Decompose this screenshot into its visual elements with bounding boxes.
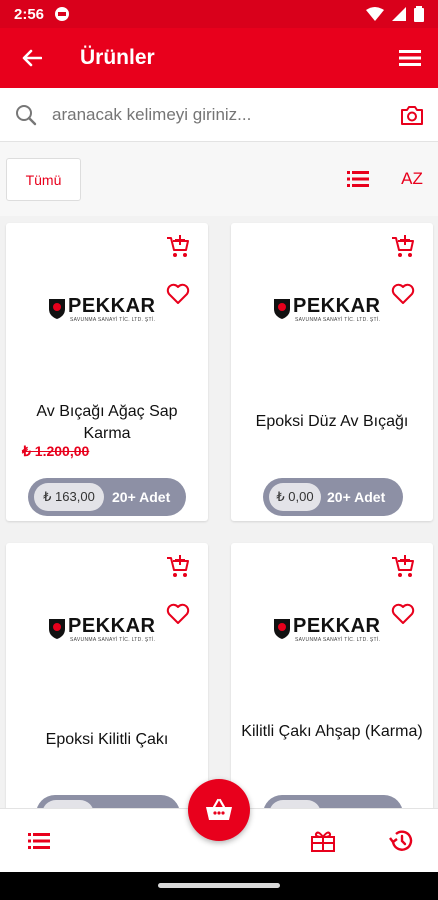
wifi-icon [366, 7, 384, 21]
search-input[interactable] [52, 104, 386, 125]
product-card[interactable]: PEKKAR SAVUNMA SANAYİ TİC. LTD. ŞTİ. Epo… [231, 223, 433, 521]
camera-icon [401, 105, 423, 125]
status-bar: 2:56 [0, 0, 438, 28]
product-card[interactable]: PEKKAR SAVUNMA SANAYİ TİC. LTD. ŞTİ. Epo… [6, 543, 208, 841]
history-icon [389, 830, 413, 851]
nav-gift-button[interactable] [308, 827, 338, 855]
shield-logo-icon [49, 299, 65, 319]
back-button[interactable] [0, 28, 64, 88]
basket-icon [206, 798, 232, 820]
search-icon[interactable] [0, 104, 52, 126]
list-view-button[interactable] [342, 166, 374, 192]
sort-az-button[interactable]: AZ [394, 162, 430, 196]
add-cart-icon[interactable] [391, 555, 415, 584]
shield-logo-icon [49, 619, 65, 639]
add-cart-icon[interactable] [166, 555, 190, 584]
quantity-label: 20+ Adet [327, 489, 386, 505]
brand-logo: PEKKAR SAVUNMA SANAYİ TİC. LTD. ŞTİ. [273, 615, 391, 645]
price-quantity-pill[interactable]: ₺ 0,00 20+ Adet [263, 478, 403, 516]
brand-logo: PEKKAR SAVUNMA SANAYİ TİC. LTD. ŞTİ. [273, 295, 391, 325]
add-cart-icon[interactable] [391, 235, 415, 264]
product-name: Epoksi Düz Av Bıçağı [255, 413, 409, 430]
basket-button[interactable] [188, 779, 250, 841]
heart-icon[interactable] [391, 283, 415, 310]
search-bar [0, 88, 438, 142]
page-title: Ürünler [80, 46, 155, 69]
signal-icon [392, 7, 406, 21]
menu-button[interactable] [382, 28, 438, 88]
heart-icon[interactable] [166, 603, 190, 630]
nav-history-button[interactable] [386, 827, 416, 855]
product-name: Epoksi Kilitli Çakı [45, 731, 169, 748]
brand-logo: PEKKAR SAVUNMA SANAYİ TİC. LTD. ŞTİ. [48, 615, 166, 645]
price-quantity-pill[interactable]: ₺ 163,00 20+ Adet [28, 478, 186, 516]
status-time: 2:56 [14, 5, 45, 23]
system-navigation-bar [0, 872, 438, 900]
shield-logo-icon [274, 619, 290, 639]
status-icons [366, 6, 424, 22]
old-price: ₺ 1.200,00 [22, 443, 90, 459]
notification-icon [55, 7, 70, 21]
filter-bar: Tümü AZ [0, 142, 438, 216]
battery-icon [414, 6, 424, 22]
add-cart-icon[interactable] [166, 235, 190, 264]
app-bar: Ürünler [0, 28, 438, 88]
price-value: ₺ 0,00 [269, 483, 321, 511]
product-card[interactable]: PEKKAR SAVUNMA SANAYİ TİC. LTD. ŞTİ. Kil… [231, 543, 433, 841]
product-card[interactable]: PEKKAR SAVUNMA SANAYİ TİC. LTD. ŞTİ. Av … [6, 223, 208, 521]
list-icon [28, 833, 50, 849]
back-arrow-icon [22, 49, 42, 67]
shield-logo-icon [274, 299, 290, 319]
price-value: ₺ 163,00 [34, 483, 104, 511]
nav-list-button[interactable] [24, 827, 54, 855]
home-indicator[interactable] [158, 883, 280, 888]
all-filter-button[interactable]: Tümü [6, 158, 81, 201]
quantity-label: 20+ Adet [112, 489, 171, 505]
gift-icon [311, 831, 335, 852]
camera-button[interactable] [386, 104, 438, 126]
heart-icon[interactable] [166, 283, 190, 310]
menu-icon [399, 50, 421, 66]
product-name: Av Bıçağı Ağaç Sap Karma [36, 403, 178, 442]
heart-icon[interactable] [391, 603, 415, 630]
product-name: Kilitli Çakı Ahşap (Karma) [241, 723, 423, 740]
brand-logo: PEKKAR SAVUNMA SANAYİ TİC. LTD. ŞTİ. [48, 295, 166, 325]
list-icon [347, 171, 369, 187]
